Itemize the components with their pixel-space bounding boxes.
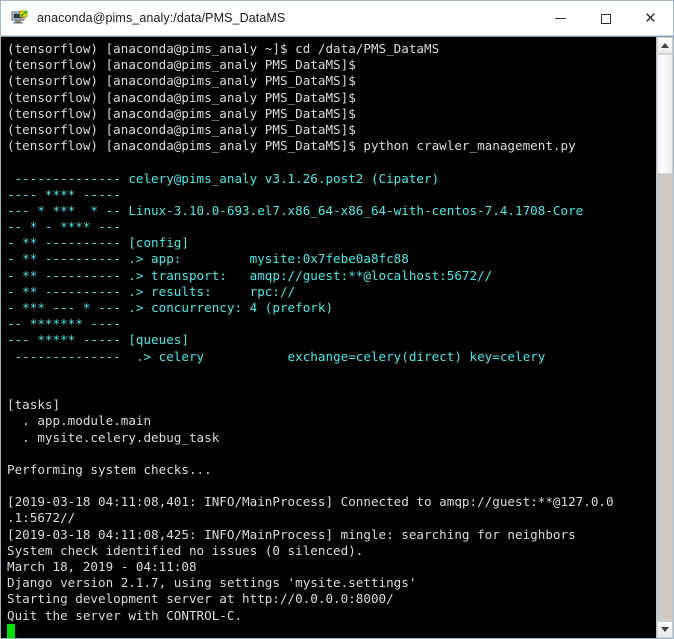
terminal-window: anaconda@pims_analy:/data/PMS_DataMS ✕ (… xyxy=(0,0,674,639)
terminal-prompt-line: (tensorflow) [anaconda@pims_analy PMS_Da… xyxy=(7,57,356,73)
scroll-up-arrow-icon xyxy=(661,43,669,48)
text-cursor xyxy=(7,623,15,638)
terminal-tasks-line xyxy=(7,365,656,381)
terminal-prompt-line: (tensorflow) [anaconda@pims_analy PMS_Da… xyxy=(7,89,356,105)
scroll-down-arrow-icon xyxy=(661,627,669,632)
scroll-up-button[interactable] xyxy=(657,37,673,54)
scrollbar-track[interactable] xyxy=(657,54,673,621)
celery-banner-line: - *** --- * --- .> concurrency: 4 (prefo… xyxy=(7,300,334,315)
celery-banner-line: -- * - **** --- xyxy=(7,219,121,235)
celery-banner-line: - ** ---------- .> app: mysite:0x7febe0a… xyxy=(7,251,409,267)
terminal-log-line: March 18, 2019 - 04:11:08 xyxy=(7,559,197,574)
terminal-log-line: Quit the server with CONTROL-C. xyxy=(7,607,243,623)
window-controls: ✕ xyxy=(538,1,673,36)
terminal-log-line: [2019-03-18 04:11:08,401: INFO/MainProce… xyxy=(7,494,614,510)
terminal-body: (tensorflow) [anaconda@pims_analy ~]$ cd… xyxy=(1,36,673,638)
celery-banner-line: --- ***** ----- [queues] xyxy=(7,332,189,348)
terminal-tasks-line: Performing system checks... xyxy=(7,461,212,477)
maximize-button[interactable] xyxy=(583,1,628,36)
putty-terminal-icon xyxy=(11,9,29,27)
celery-banner-line: --- * *** * -- Linux-3.10.0-693.el7.x86_… xyxy=(7,202,584,218)
celery-banner-line: - ** ---------- .> transport: amqp://gue… xyxy=(7,267,493,283)
terminal-prompt-line: (tensorflow) [anaconda@pims_analy ~]$ cd… xyxy=(7,41,440,56)
minimize-icon xyxy=(555,18,566,19)
terminal-prompt-line: (tensorflow) [anaconda@pims_analy PMS_Da… xyxy=(7,121,356,137)
terminal-tasks-line: [tasks] xyxy=(7,397,61,413)
close-button[interactable]: ✕ xyxy=(628,1,673,36)
title-bar[interactable]: anaconda@pims_analy:/data/PMS_DataMS ✕ xyxy=(1,1,673,36)
terminal-prompt-line: (tensorflow) [anaconda@pims_analy PMS_Da… xyxy=(7,73,356,89)
maximize-icon xyxy=(600,13,611,24)
scroll-down-button[interactable] xyxy=(657,621,673,638)
terminal-prompt-line: (tensorflow) [anaconda@pims_analy PMS_Da… xyxy=(7,105,356,121)
terminal-output[interactable]: (tensorflow) [anaconda@pims_analy ~]$ cd… xyxy=(1,37,656,638)
terminal-log-line: .1:5672// xyxy=(7,510,76,526)
terminal-log-line: Starting development server at http://0.… xyxy=(7,591,394,607)
terminal-tasks-line: . mysite.celery.debug_task xyxy=(7,429,220,445)
terminal-log-line: System check identified no issues (0 sil… xyxy=(7,542,364,558)
celery-banner-line: -------------- .> celery exchange=celery… xyxy=(7,348,546,364)
window-title: anaconda@pims_analy:/data/PMS_DataMS xyxy=(37,11,286,25)
celery-banner-line: ---- **** ----- xyxy=(7,186,121,202)
terminal-cursor-line xyxy=(7,623,656,638)
terminal-scrollbar[interactable] xyxy=(656,37,673,638)
celery-banner-line: - ** ---------- .> results: rpc:// xyxy=(7,283,296,299)
terminal-prompt-line: (tensorflow) [anaconda@pims_analy PMS_Da… xyxy=(7,138,576,154)
celery-banner-line: -------------- celery@pims_analy v3.1.26… xyxy=(7,170,440,186)
celery-banner-line: -- ******* ---- xyxy=(7,316,121,332)
minimize-button[interactable] xyxy=(538,1,583,36)
scrollbar-thumb[interactable] xyxy=(657,54,673,174)
terminal-tasks-line: . app.module.main xyxy=(7,413,152,429)
terminal-tasks-line xyxy=(7,446,656,462)
close-icon: ✕ xyxy=(644,10,657,27)
terminal-tasks-line xyxy=(7,478,656,494)
celery-banner-line: - ** ---------- [config] xyxy=(7,235,189,251)
terminal-tasks-line xyxy=(7,381,656,397)
terminal-log-line: [2019-03-18 04:11:08,425: INFO/MainProce… xyxy=(7,526,576,542)
terminal-log-line: Django version 2.1.7, using settings 'my… xyxy=(7,575,417,591)
